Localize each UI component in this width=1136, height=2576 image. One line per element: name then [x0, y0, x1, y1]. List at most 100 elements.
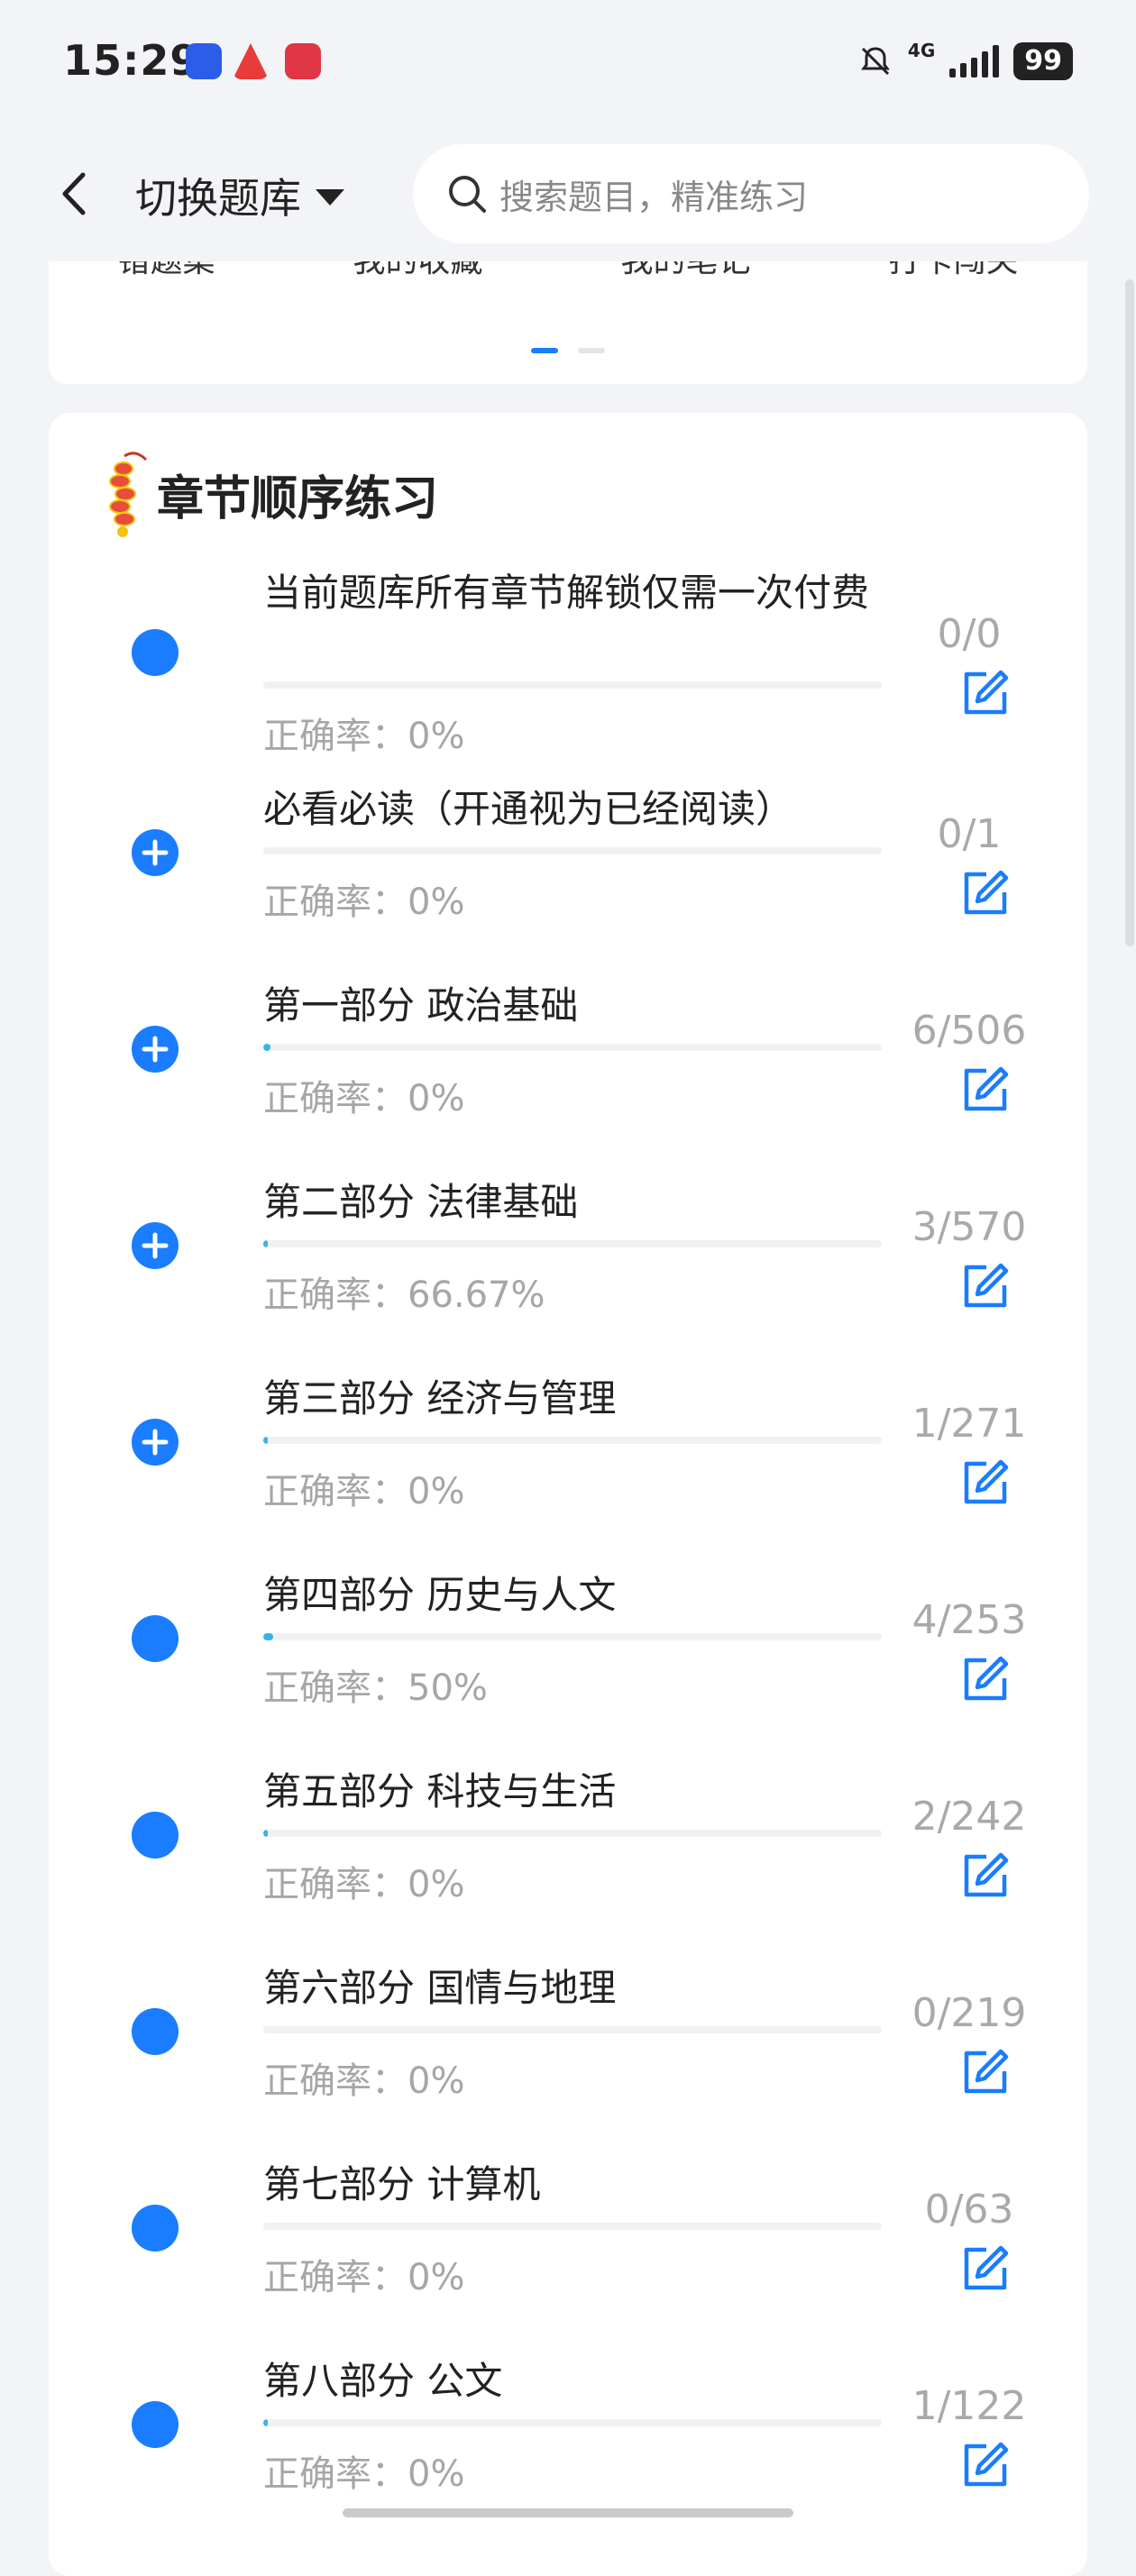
edit-icon[interactable] [959, 2243, 1012, 2295]
status-time: 15:29 [63, 36, 200, 85]
network-type: 4G [907, 40, 936, 61]
edit-icon[interactable] [959, 2046, 1012, 2098]
chapter-accuracy: 正确率：0% [263, 2257, 465, 2298]
chapter-accuracy: 正确率：0% [263, 1078, 465, 1119]
top-nav: 切换题库 搜索题目，精准练习 [0, 126, 1136, 261]
search-icon [449, 176, 486, 213]
chapter-progress-bar [263, 1633, 882, 1640]
chapter-count: 0/63 [924, 2187, 1014, 2233]
chapter-progress-bar [263, 847, 882, 854]
chapter-progress-bar [263, 1830, 882, 1837]
chapter-item[interactable]: 当前题库所有章节解锁仅需一次付费 正确率：0% 0/0 [49, 568, 1087, 766]
chapter-progress-bar [263, 1437, 882, 1444]
chapter-status-dot [132, 1812, 179, 1859]
chapter-count: 1/122 [912, 2383, 1027, 2429]
edit-icon[interactable] [959, 2439, 1012, 2491]
chapter-progress-fill [263, 1633, 273, 1640]
firecracker-icon [109, 452, 148, 537]
chapter-item[interactable]: 第四部分 历史与人文 正确率：50% 4/253 [49, 1570, 1087, 1750]
carousel-dot [578, 348, 605, 353]
status-bar: 15:29 4G 99 [0, 0, 1136, 126]
carousel-dot [531, 348, 558, 353]
chapter-progress-fill [263, 1240, 269, 1247]
switch-bank-button[interactable]: 切换题库 [135, 164, 344, 227]
chapter-status-dot [132, 1615, 179, 1662]
edit-icon[interactable] [959, 867, 1012, 919]
chapter-status-dot [132, 2401, 179, 2448]
chapter-item[interactable]: 第五部分 科技与生活 正确率：0% 2/242 [49, 1767, 1087, 1947]
caret-down-icon [316, 189, 344, 206]
chapter-count: 0/219 [912, 1990, 1027, 2036]
edit-icon[interactable] [959, 1653, 1012, 1705]
app-notification-icon [285, 43, 321, 79]
chapter-progress-fill [263, 1437, 269, 1444]
chapter-status-dot [132, 2205, 179, 2252]
chapter-item[interactable]: 第二部分 法律基础 正确率：66.67% 3/570 [49, 1177, 1087, 1357]
carousel-indicator [49, 348, 1087, 353]
plus-circle-icon[interactable] [132, 1222, 179, 1269]
chapter-item[interactable]: 第一部分 政治基础正确率：0% 6/506 [49, 981, 1087, 1161]
search-placeholder: 搜索题目，精准练习 [499, 177, 809, 217]
chapter-accuracy: 正确率：0% [263, 2060, 465, 2102]
mute-bell-icon [860, 47, 890, 76]
chapter-item[interactable]: 必看必读（开通视为已经阅读） 正确率：0% 0/1 [49, 784, 1087, 964]
chapter-progress-bar [263, 681, 882, 689]
chapter-accuracy: 正确率：0% [263, 1471, 465, 1512]
section-title: 章节顺序练习 [157, 471, 439, 526]
edit-icon[interactable] [959, 667, 1012, 719]
chapter-title: 第一部分 政治基础 [263, 983, 579, 1028]
edit-icon[interactable] [959, 1064, 1012, 1116]
edit-icon[interactable] [959, 1850, 1012, 1902]
chapter-progress-bar [263, 2419, 882, 2426]
chapter-title: 当前题库所有章节解锁仅需一次付费 [263, 571, 870, 615]
chapter-count: 6/506 [912, 1008, 1027, 1054]
signal-icon [949, 45, 1000, 78]
chapter-title: 第六部分 国情与地理 [263, 1966, 617, 2010]
chapter-item[interactable]: 第七部分 计算机 正确率：0% 0/63 [49, 2160, 1087, 2340]
chapter-status-dot [132, 629, 179, 676]
chapter-status-dot [132, 2008, 179, 2055]
chapter-progress-bar [263, 2223, 882, 2230]
chapter-progress-fill [263, 2419, 269, 2426]
app-notification-icon [233, 43, 269, 79]
edit-icon[interactable] [959, 1260, 1012, 1312]
chapter-accuracy: 正确率：0% [263, 716, 465, 757]
chapter-accuracy: 正确率：0% [263, 2453, 465, 2495]
scrollbar[interactable] [1125, 279, 1134, 946]
status-indicators: 4G 99 [857, 40, 1073, 83]
edit-icon[interactable] [959, 1457, 1012, 1509]
chapter-title: 第四部分 历史与人文 [263, 1573, 617, 1617]
chapter-accuracy: 正确率：50% [263, 1667, 488, 1709]
search-input[interactable]: 搜索题目，精准练习 [413, 144, 1089, 243]
chapter-count: 0/0 [937, 611, 1002, 657]
plus-circle-icon[interactable] [132, 829, 179, 876]
plus-circle-icon[interactable] [132, 1026, 179, 1073]
app-notification-icon [186, 43, 222, 79]
chapter-accuracy: 正确率：66.67% [263, 1274, 545, 1316]
chapter-count: 2/242 [912, 1794, 1027, 1840]
chapter-title: 必看必读（开通视为已经阅读） [263, 787, 794, 831]
chapter-title: 第八部分 公文 [263, 2359, 503, 2403]
battery-level: 99 [1013, 42, 1073, 80]
section-header: 章节顺序练习 [99, 449, 438, 539]
chapter-accuracy: 正确率：0% [263, 882, 465, 923]
chapter-progress-fill [263, 1830, 269, 1837]
chapter-progress-bar [263, 1044, 882, 1051]
chapter-item[interactable]: 第六部分 国情与地理 正确率：0% 0/219 [49, 1963, 1087, 2143]
chapter-practice-card: 章节顺序练习 当前题库所有章节解锁仅需一次付费 正确率：0% 0/0 必看必读（开通视… [49, 413, 1087, 2576]
chevron-left-icon[interactable] [45, 162, 108, 225]
home-indicator[interactable] [343, 2508, 793, 2517]
chapter-count: 0/1 [937, 811, 1002, 857]
plus-circle-icon[interactable] [132, 1419, 179, 1466]
chapter-title: 第二部分 法律基础 [263, 1180, 579, 1224]
chapter-title: 第三部分 经济与管理 [263, 1376, 617, 1420]
chapter-title: 第五部分 科技与生活 [263, 1769, 617, 1813]
chapter-count: 3/570 [912, 1204, 1027, 1250]
chapter-accuracy: 正确率：0% [263, 1864, 465, 1905]
chapter-count: 4/253 [912, 1597, 1027, 1643]
chapter-count: 1/271 [912, 1401, 1027, 1447]
chapter-progress-fill [263, 1044, 271, 1051]
chapter-item[interactable]: 第三部分 经济与管理 正确率：0% 1/271 [49, 1374, 1087, 1554]
chapter-progress-bar [263, 1240, 882, 1247]
chapter-progress-bar [263, 2026, 882, 2033]
